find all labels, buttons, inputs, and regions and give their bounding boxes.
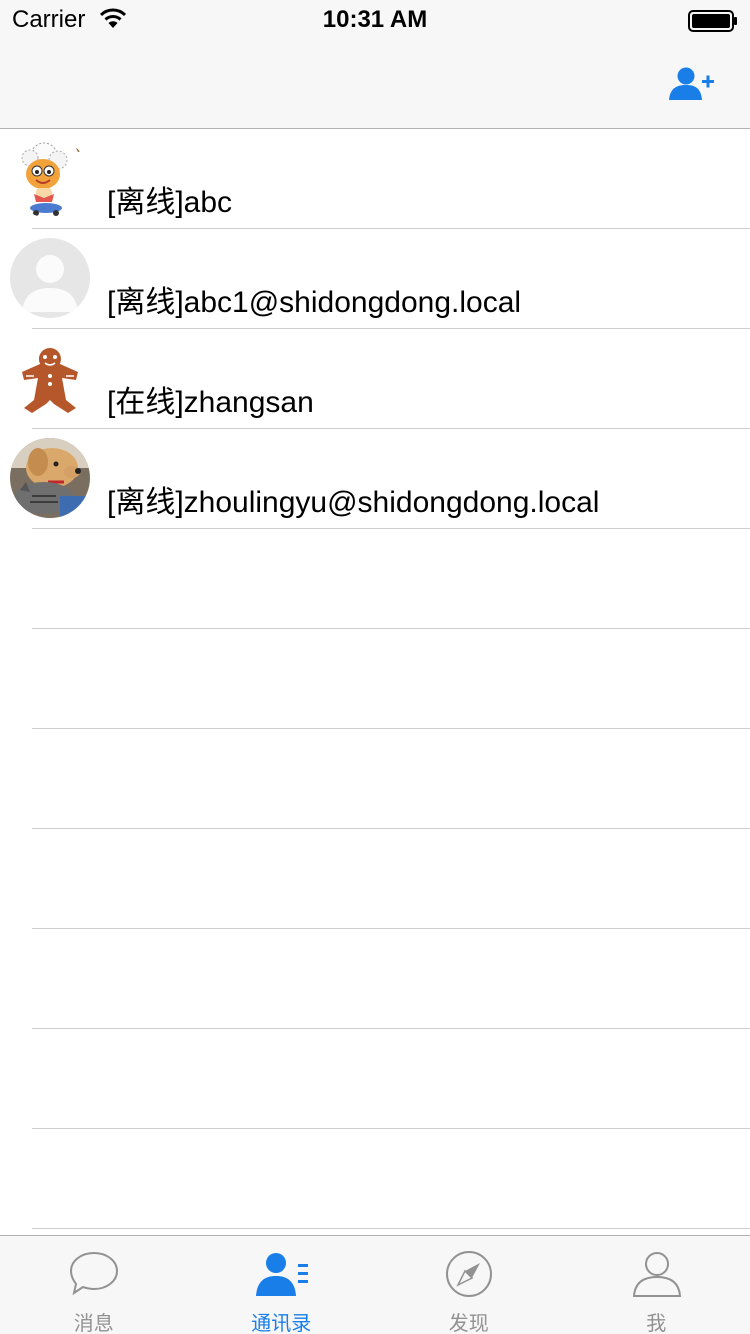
empty-row — [0, 629, 750, 729]
person-icon — [632, 1252, 681, 1297]
empty-row — [0, 1029, 750, 1129]
tab-label: 通讯录 — [251, 1313, 312, 1334]
tab-label: 发现 — [448, 1313, 489, 1334]
tab-label: 我 — [646, 1313, 667, 1334]
status-bar: Carrier 10:31 AM — [0, 0, 750, 40]
tab-discover[interactable]: 发现 — [375, 1236, 563, 1334]
tab-contacts[interactable]: 通讯录 — [188, 1236, 376, 1334]
tab-label: 消息 — [73, 1313, 114, 1334]
empty-row — [0, 729, 750, 829]
compass-icon — [446, 1251, 492, 1297]
empty-row — [0, 1129, 750, 1229]
gingerbread-avatar — [10, 338, 90, 418]
tab-bar: 消息 通讯录 发现 我 — [0, 1235, 750, 1334]
battery-icon — [688, 10, 737, 32]
empty-row — [0, 529, 750, 629]
contact-name: [离线]zhoulingyu@shidongdong.local — [107, 486, 600, 519]
tab-messages[interactable]: 消息 — [0, 1236, 188, 1334]
empty-row — [0, 829, 750, 929]
empty-row — [0, 929, 750, 1029]
tab-me[interactable]: 我 — [563, 1236, 750, 1334]
contact-name: [离线]abc1@shidongdong.local — [107, 286, 522, 319]
default-avatar — [10, 238, 90, 318]
contact-name: [离线]abc — [107, 186, 233, 219]
status-time: 10:31 AM — [322, 6, 428, 33]
contact-row[interactable]: [离线]abc — [0, 129, 750, 229]
contact-row[interactable]: [在线]zhangsan — [0, 329, 750, 429]
contact-name: [在线]zhangsan — [107, 386, 314, 419]
chat-bubble-icon — [69, 1251, 119, 1296]
dog-cat-photo-avatar — [10, 438, 90, 518]
cartoon-sheep-avatar — [10, 138, 90, 218]
contact-list[interactable]: [离线]abc [离线]abc1@shidongdong.local [在线]z… — [0, 129, 750, 1235]
add-contact-icon[interactable] — [668, 66, 716, 104]
contact-row[interactable]: [离线]zhoulingyu@shidongdong.local — [0, 429, 750, 529]
contact-row[interactable]: [离线]abc1@shidongdong.local — [0, 229, 750, 329]
nav-bar — [0, 40, 750, 129]
contacts-icon — [255, 1253, 308, 1296]
